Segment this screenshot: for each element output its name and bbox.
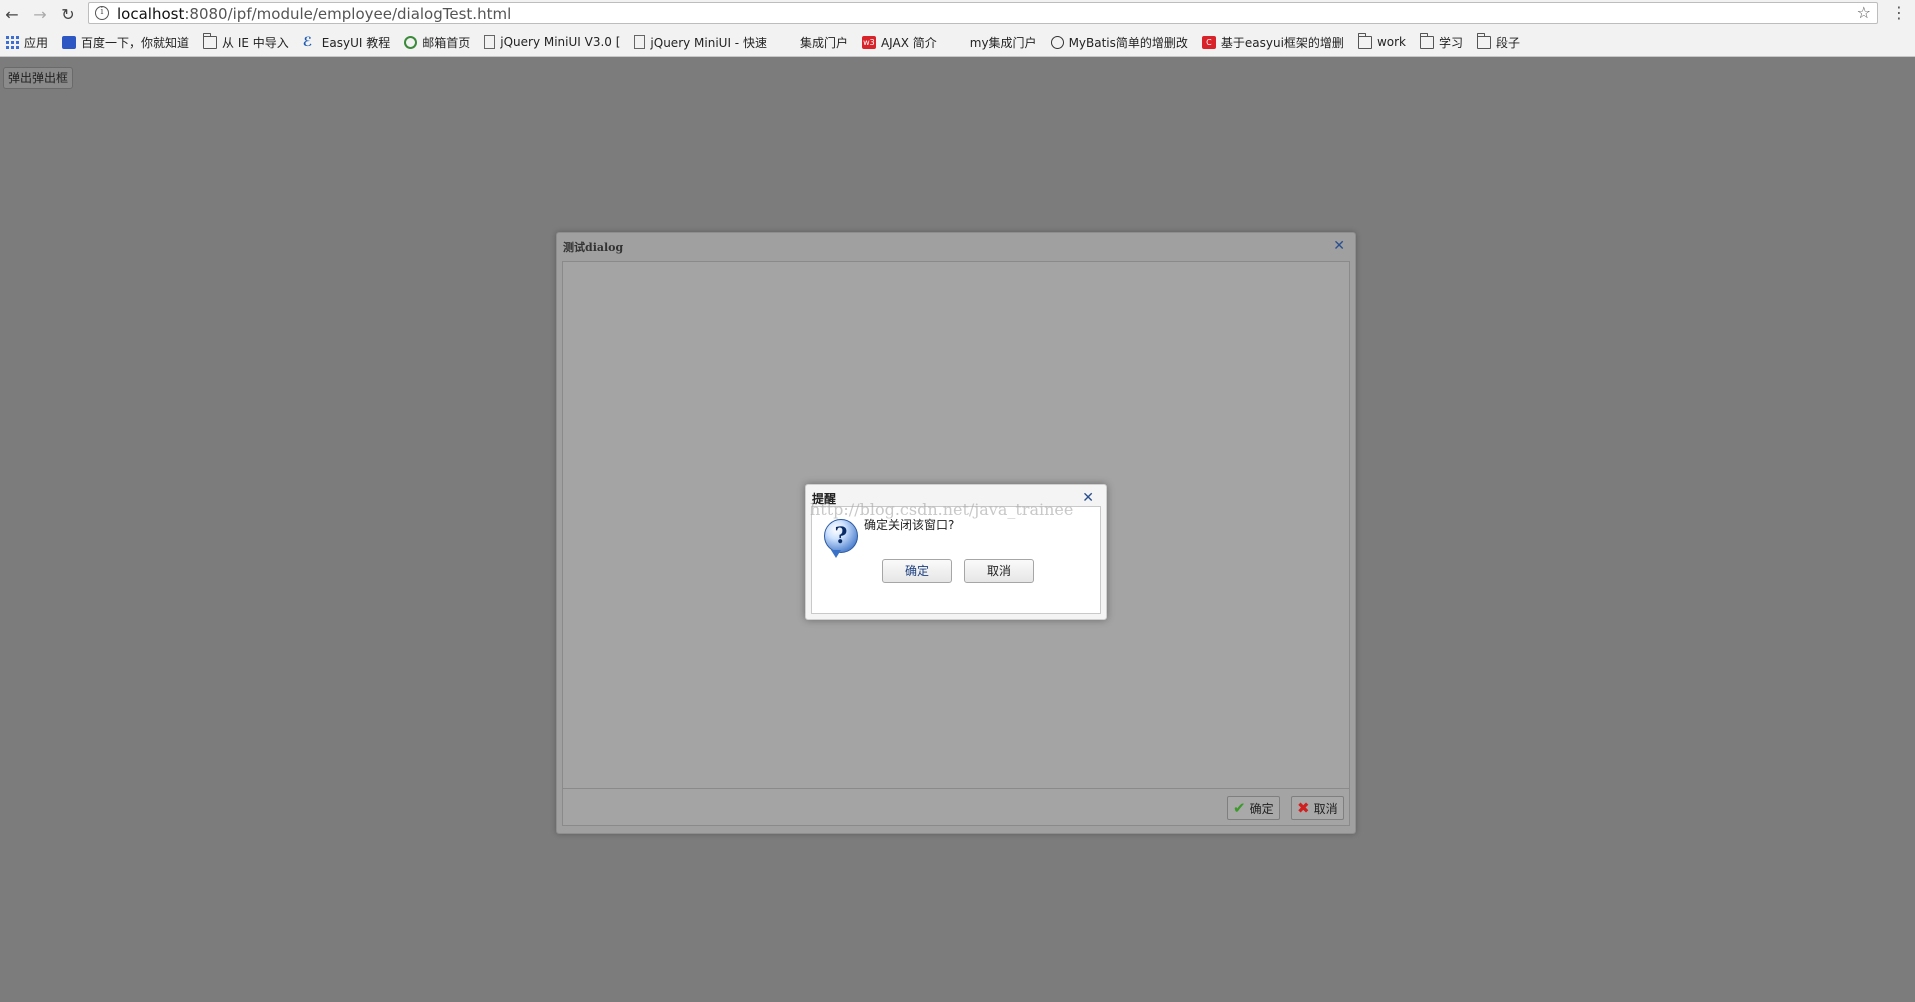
- bookmark-label: jQuery MiniUI V3.0 [: [500, 35, 621, 49]
- dialog-title: 测试dialog: [563, 241, 624, 254]
- back-arrow-icon[interactable]: ←: [2, 4, 22, 24]
- bookmark-label: 学习: [1438, 35, 1463, 50]
- messager-body: ? 确定关闭该窗口? 确定 取消: [811, 506, 1101, 614]
- bookmarks-bar: 应用 百度一下，你就知道 从 IE 中导入 ℰ EasyUI 教程 邮箱首页 j…: [0, 31, 1915, 53]
- messager-close-icon[interactable]: ✕: [1082, 490, 1094, 506]
- bookmark-label: jQuery MiniUI - 快速: [650, 35, 767, 50]
- url-host: localhost: [117, 5, 185, 23]
- folder-icon: [1477, 32, 1491, 49]
- folder-icon: [203, 32, 218, 49]
- chrome-circle-icon: [404, 35, 418, 49]
- dialog-cancel-label: 取消: [1313, 801, 1338, 816]
- bookmark-jokes[interactable]: 段子: [1477, 32, 1521, 51]
- address-bar[interactable]: i localhost:8080/ipf/module/employee/dia…: [88, 2, 1878, 24]
- easyui-icon: ℰ: [302, 34, 313, 50]
- bookmark-label: 集成门户: [799, 35, 848, 50]
- browser-chrome: ← → ↻ i localhost:8080/ipf/module/employ…: [0, 0, 1915, 57]
- bookmark-label: 邮箱首页: [422, 35, 471, 50]
- bookmark-my-portal[interactable]: my集成门户: [951, 34, 1037, 51]
- bookmark-apps[interactable]: 应用: [6, 34, 48, 51]
- address-url[interactable]: localhost:8080/ipf/module/employee/dialo…: [117, 5, 511, 23]
- checkmark-icon: ✔: [1233, 799, 1246, 817]
- bookmark-ie-import[interactable]: 从 IE 中导入: [203, 32, 289, 51]
- dialog-confirm-button[interactable]: ✔ 确定: [1227, 796, 1280, 820]
- info-icon[interactable]: i: [95, 6, 109, 20]
- bookmark-ajax[interactable]: w3 AJAX 简介: [861, 34, 937, 51]
- dialog-cancel-button[interactable]: ✖ 取消: [1291, 796, 1344, 820]
- browser-toolbar: ← → ↻ i localhost:8080/ipf/module/employ…: [0, 0, 1915, 28]
- bookmark-star-icon[interactable]: ☆: [1857, 3, 1871, 22]
- bookmark-label: 百度一下，你就知道: [81, 35, 190, 50]
- blank-icon: [951, 36, 965, 49]
- bookmark-label: work: [1376, 35, 1406, 49]
- messager-ok-button[interactable]: 确定: [882, 559, 952, 583]
- blank-icon: [781, 36, 795, 49]
- bookmark-easyui[interactable]: ℰ EasyUI 教程: [303, 34, 390, 51]
- folder-icon: [1419, 32, 1434, 49]
- bookmark-work[interactable]: work: [1357, 32, 1406, 49]
- confirm-messager: 提醒 ✕ ? 确定关闭该窗口? 确定 取消: [805, 484, 1107, 620]
- bookmark-label: EasyUI 教程: [321, 35, 391, 50]
- bookmark-mybatis[interactable]: MyBatis简单的增删改: [1050, 34, 1188, 51]
- bookmark-label: AJAX 简介: [880, 35, 937, 50]
- dialog-confirm-label: 确定: [1249, 801, 1274, 816]
- messager-title: 提醒: [812, 492, 837, 506]
- bookmark-study[interactable]: 学习: [1419, 32, 1463, 51]
- baidu-icon: [62, 35, 77, 49]
- bookmark-label: 基于easyui框架的增删: [1220, 35, 1344, 50]
- bookmark-mail[interactable]: 邮箱首页: [404, 34, 470, 51]
- open-dialog-button[interactable]: 弹出弹出框: [3, 67, 74, 89]
- messager-cancel-button[interactable]: 取消: [964, 559, 1034, 583]
- bookmark-miniui-quick[interactable]: jQuery MiniUI - 快速: [634, 34, 767, 51]
- bookmark-label: 从 IE 中导入: [222, 35, 289, 50]
- forward-arrow-icon[interactable]: →: [30, 4, 50, 24]
- red-x-icon: ✖: [1297, 799, 1310, 817]
- folder-icon: [1357, 32, 1372, 49]
- bookmark-easyui-crud[interactable]: C 基于easyui框架的增删: [1201, 34, 1344, 51]
- github-cat-icon: [1050, 35, 1064, 49]
- messager-text: 确定关闭该窗口?: [864, 518, 955, 532]
- browser-menu-icon[interactable]: ⋮: [1891, 3, 1907, 23]
- csdn-icon: C: [1201, 35, 1216, 49]
- page-icon: [484, 35, 496, 49]
- bookmark-label: 应用: [24, 35, 49, 50]
- bookmark-label: my集成门户: [969, 35, 1037, 50]
- apps-grid-icon: [6, 35, 19, 49]
- bookmark-portal[interactable]: 集成门户: [781, 34, 848, 51]
- question-icon: ?: [824, 519, 858, 558]
- bookmark-baidu[interactable]: 百度一下，你就知道: [62, 34, 189, 51]
- w3-icon: w3: [861, 35, 876, 49]
- bookmark-miniui-v3[interactable]: jQuery MiniUI V3.0 [: [484, 35, 620, 49]
- url-path: :8080/ipf/module/employee/dialogTest.htm…: [184, 5, 512, 23]
- bookmark-label: 段子: [1496, 35, 1521, 50]
- bookmark-label: MyBatis简单的增删改: [1068, 35, 1188, 50]
- page-icon: [634, 35, 646, 49]
- reload-icon[interactable]: ↻: [58, 4, 78, 24]
- dialog-close-icon[interactable]: ✕: [1333, 238, 1345, 254]
- dialog-footer: ✔ 确定 ✖ 取消: [562, 789, 1350, 826]
